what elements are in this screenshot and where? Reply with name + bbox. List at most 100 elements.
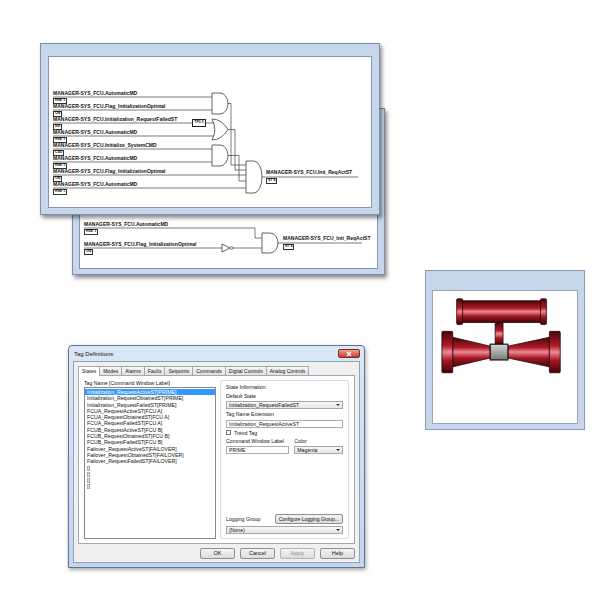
tab[interactable]: Analog Controls: [266, 366, 310, 375]
command-window-label-field: Command Window LabelPRIME: [226, 438, 289, 454]
tab[interactable]: Commands: [192, 366, 226, 375]
signal-tag: HSE 1: [53, 137, 67, 143]
dialog-body: StatesModesAlarmsFaultsSetpointsCommands…: [73, 361, 360, 563]
tab[interactable]: Modes: [99, 366, 122, 375]
cylinder-cap: [457, 299, 463, 325]
wire: [206, 123, 214, 124]
signal-tag: HSE 1: [84, 229, 98, 235]
pipe-right: [508, 337, 549, 367]
signal-label: MANAGER-SYS_FCU.AutomaticMD: [53, 182, 137, 187]
tag-list-item[interactable]: Failover_RequestObtainedST[FAILOVER]: [85, 452, 215, 458]
signal-label: MANAGER-SYS_FCU.AutomaticMD: [53, 156, 137, 161]
signal-tag: ST 4: [283, 244, 294, 250]
signal-label: MANAGER-SYS_FCU.Flag_InitializationOptim…: [53, 104, 166, 109]
signal-label: MANAGER-SYS_FCU.Init_ReqActST: [266, 170, 352, 175]
wire: [53, 136, 214, 137]
field-label: Tag Name Extension: [226, 411, 343, 418]
signal-tag: CSD: [53, 150, 64, 156]
dialog-title: Tag Definitions: [74, 351, 113, 357]
signal-tag: ON: [53, 111, 62, 117]
tag-list-item[interactable]: FCUA_RequestActiveST[FCU A]: [85, 408, 215, 414]
signal-tag: Init: [53, 124, 62, 130]
tag-name-extension-input[interactable]: Initialization_RequestActiveST: [226, 420, 343, 428]
pump-body: [490, 344, 508, 360]
tag-list-item[interactable]: FCUA_RequestObtainedST[FCU A]: [85, 414, 215, 420]
tag-list-item[interactable]: Initialization_RequestObtainedST[PRIME]: [85, 395, 215, 401]
tag-list-header: Tag Name [Command Window Label]: [84, 380, 216, 387]
default-state-dropdown[interactable]: Initialization_RequestFailedST: [226, 401, 343, 409]
tag-list[interactable]: Initialization_RequestActiveST[PRIME]Ini…: [84, 387, 216, 539]
tab[interactable]: States: [78, 366, 100, 376]
dropdown-arrow-icon: [336, 449, 340, 451]
tag-list-item[interactable]: []: [85, 465, 215, 471]
tab[interactable]: Digital Controls: [225, 366, 267, 375]
wire: [228, 130, 246, 171]
close-button[interactable]: [338, 349, 360, 358]
front-diagram-window: MANAGER-SYS_FCU.AutomaticMDHSE 1MANAGER-…: [40, 43, 380, 215]
wire: [53, 149, 212, 150]
color-dropdown[interactable]: Magenta: [294, 446, 343, 454]
logging-group-row: Logging GroupConfigure Logging Group...: [226, 514, 343, 524]
illustration: MANAGER-SYS_FCU.AutomaticMDHSE 1MANAGER-…: [0, 0, 600, 600]
tag-list-item[interactable]: []: [85, 483, 215, 489]
and-gate: [262, 233, 278, 253]
signal-label: MANAGER-SYS_FCU.AutomaticMD: [84, 222, 168, 227]
signal-label: MANAGER-SYS_FCU.Flag_InitializationOptim…: [84, 242, 197, 247]
not-gate: [222, 244, 230, 252]
configure-logging-group-button[interactable]: Configure Logging Group...: [275, 514, 343, 524]
tab[interactable]: Faults: [144, 366, 166, 375]
signal-tag: ON: [53, 176, 62, 182]
tag-list-item[interactable]: Initialization_RequestFailedST[PRIME]: [85, 402, 215, 408]
pipe-left: [453, 337, 490, 367]
signal-tag: HSE 1: [53, 98, 67, 104]
field-label: Default State: [226, 393, 343, 400]
tag-list-item[interactable]: FCUA_RequestFailedST[FCU A]: [85, 420, 215, 426]
flange-left: [442, 331, 453, 372]
tag-list-item[interactable]: []: [85, 477, 215, 483]
ok-button[interactable]: OK: [200, 548, 235, 559]
tab[interactable]: Setpoints: [164, 366, 193, 375]
timer-block: TP0 5: [192, 119, 206, 127]
wire: [53, 123, 192, 124]
tag-list-item[interactable]: []: [85, 471, 215, 477]
signal-tag: HSE 1: [53, 189, 67, 195]
pump-icon: [433, 291, 577, 423]
signal-tag: ON: [84, 249, 93, 255]
tag-list-item[interactable]: FCUB_RequestObtainedST[FCU B]: [85, 433, 215, 439]
signal-label: MANAGER-SYS_FCU.Initialize_SystemCMD: [53, 143, 157, 148]
logging-group-dropdown[interactable]: (None): [226, 526, 343, 534]
field-label: Command Window Label: [226, 438, 289, 445]
default-state-dropdown-value: Initialization_RequestFailedST: [229, 402, 334, 408]
wire: [53, 188, 246, 189]
wire: [53, 110, 212, 111]
checkbox-label: Trend Tag: [234, 430, 257, 437]
title-bar: Tag Definitions: [69, 346, 364, 361]
help-button[interactable]: Help: [320, 548, 355, 559]
wire: [233, 248, 262, 249]
field-label: Color: [294, 438, 343, 445]
trend-tag-checkbox[interactable]: [226, 430, 231, 435]
not-bubble: [230, 247, 233, 250]
tab-bar: StatesModesAlarmsFaultsSetpointsCommands…: [78, 366, 355, 375]
tab-panel: Tag Name [Command Window Label]Initializ…: [78, 375, 355, 544]
color-dropdown-value: Magenta: [297, 447, 334, 453]
tag-list-item[interactable]: Initialization_RequestActiveST[PRIME]: [85, 389, 215, 395]
tag-list-item[interactable]: Failover_RequestActiveST[FAILOVER]: [85, 446, 215, 452]
and-gate: [212, 93, 228, 114]
cancel-button[interactable]: Cancel: [240, 548, 275, 559]
signal-label: MANAGER-SYS_FCU.Initialization_RequestFa…: [53, 117, 177, 122]
or-gate: [212, 119, 228, 140]
command-window-label-input[interactable]: PRIME: [226, 446, 289, 454]
wire: [53, 97, 212, 98]
trend-tag-row[interactable]: Trend Tag: [226, 430, 343, 437]
tag-list-item[interactable]: Failover_RequestFailedST[FAILOVER]: [85, 458, 215, 464]
tab[interactable]: Alarms: [121, 366, 145, 375]
pump-cylinder: [461, 301, 543, 323]
tag-list-item[interactable]: FCUB_RequestFailedST[FCU B]: [85, 439, 215, 445]
wire: [84, 228, 262, 238]
diagram-layer: MANAGER-SYS_FCU.AutomaticMDHSE 1MANAGER-…: [49, 57, 371, 207]
cylinder-cap: [541, 299, 547, 325]
tag-list-item[interactable]: FCUB_RequestActiveST[FCU B]: [85, 427, 215, 433]
dropdown-arrow-icon: [336, 404, 340, 406]
pump-window: [425, 270, 585, 430]
